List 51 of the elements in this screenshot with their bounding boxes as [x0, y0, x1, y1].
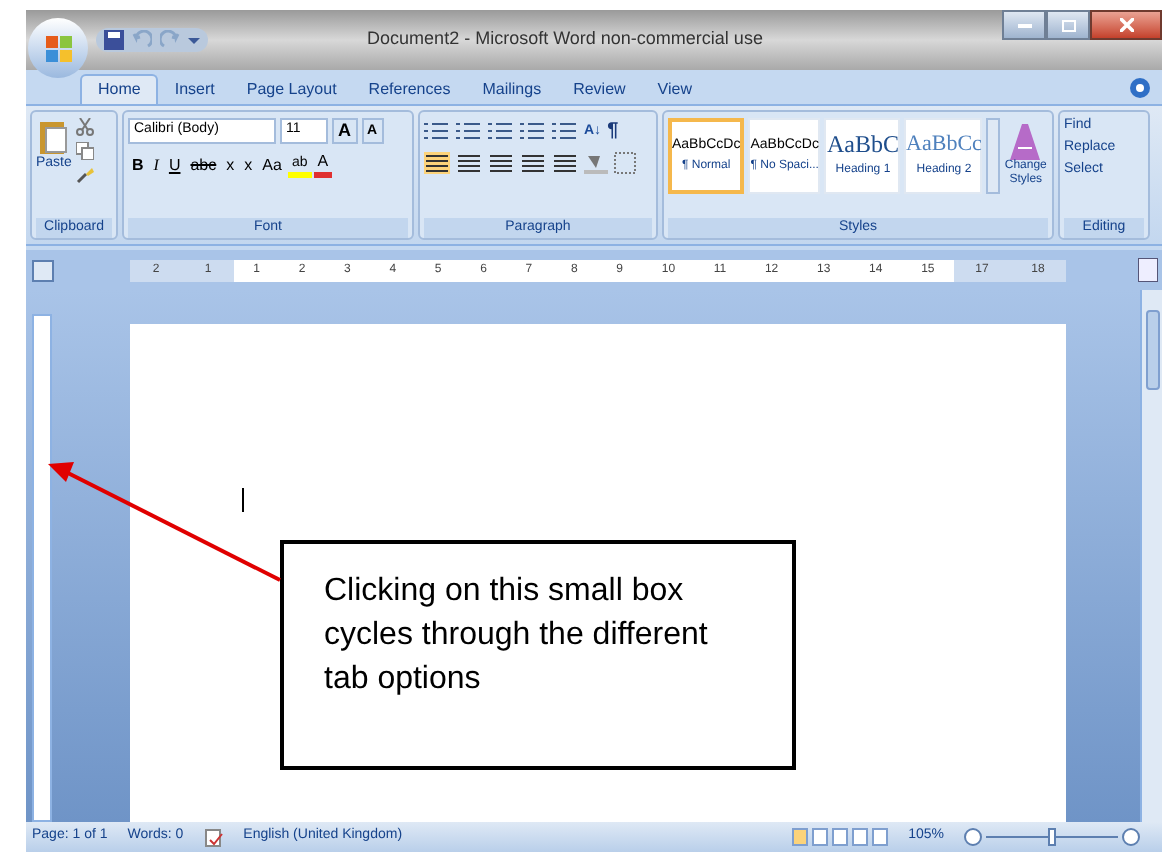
ribbon-tab[interactable]: View [641, 74, 708, 104]
align-icon[interactable] [552, 152, 578, 174]
font-color-button[interactable]: A [313, 152, 333, 178]
scrollbar[interactable] [1140, 290, 1162, 822]
align-icon[interactable] [424, 152, 450, 174]
zoom-slider-thumb[interactable] [1048, 828, 1056, 846]
list-icon[interactable] [520, 120, 546, 142]
grow-font-button[interactable]: A [332, 118, 357, 144]
callout-text: Clicking on this small box cycles through the different tab options [324, 572, 710, 700]
brush-icon[interactable] [75, 166, 94, 184]
close-button[interactable] [1090, 10, 1162, 40]
close-icon [1119, 18, 1133, 32]
dropdown-icon[interactable] [188, 34, 200, 46]
copy-icon[interactable] [75, 142, 94, 160]
ribbon-tab[interactable]: Mailings [466, 74, 558, 104]
ribbon-tab[interactable]: Home [80, 74, 159, 104]
ribbon-tab[interactable]: Insert [158, 74, 231, 104]
format-button[interactable]: abc [186, 152, 221, 178]
pilcrow-button[interactable]: ¶ [607, 118, 619, 144]
border-icon[interactable] [614, 152, 636, 174]
proofing-icon[interactable] [203, 827, 224, 847]
text-cursor [242, 488, 244, 512]
maximize-button[interactable] [1046, 10, 1090, 40]
format-button[interactable]: I [149, 152, 163, 178]
clipboard-icon [39, 118, 68, 154]
zoom-in-button[interactable] [1122, 828, 1140, 846]
align-icon[interactable] [488, 152, 514, 174]
list-icon[interactable] [424, 120, 450, 142]
save-icon[interactable] [104, 30, 124, 50]
list-icon[interactable] [456, 120, 482, 142]
ribbon-tab[interactable]: Page Layout [230, 74, 353, 104]
view-ruler-icon[interactable] [1138, 258, 1158, 282]
office-button[interactable] [28, 18, 88, 78]
align-icon[interactable] [456, 152, 482, 174]
zoom-out-button[interactable] [964, 828, 982, 846]
scissors-icon[interactable] [75, 118, 94, 136]
ribbon-tab[interactable]: References [352, 74, 467, 104]
help-icon[interactable] [1130, 78, 1150, 98]
format-button[interactable]: x [240, 152, 257, 178]
list-icon[interactable] [488, 120, 514, 142]
window-title: Document2 - Microsoft Word non-commercial use [367, 26, 763, 53]
format-button[interactable]: U [164, 152, 185, 178]
ribbon-tab[interactable]: Review [557, 74, 642, 104]
format-button[interactable]: Aa [258, 152, 286, 178]
align-icon[interactable] [520, 152, 546, 174]
format-button[interactable]: B [128, 152, 148, 178]
shading-icon[interactable] [584, 152, 608, 174]
minimize-button[interactable] [1002, 10, 1046, 40]
format-button[interactable]: x [222, 152, 239, 178]
tab-selector-button[interactable] [32, 259, 54, 281]
list-icon[interactable] [552, 120, 578, 142]
